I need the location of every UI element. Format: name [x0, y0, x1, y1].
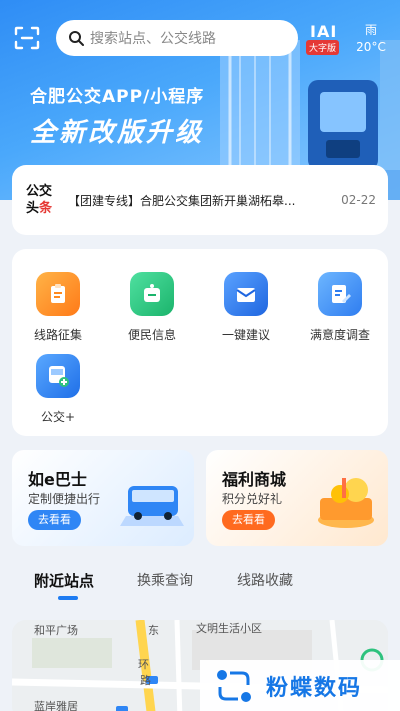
news-date: 02-22	[341, 193, 376, 207]
watermark-text: 粉蝶数码	[266, 675, 363, 701]
map-label: 东	[148, 624, 159, 637]
map-label: 环	[138, 658, 149, 671]
weather-widget[interactable]: 雨 20°C	[348, 22, 394, 56]
map-label: 蓝岸雅居	[34, 700, 78, 711]
search-placeholder: 搜索站点、公交线路	[90, 31, 216, 47]
search-input[interactable]: 搜索站点、公交线路	[56, 20, 298, 56]
bus-plus-icon	[36, 354, 80, 398]
service-label: 公交+	[40, 410, 76, 424]
service-feedback[interactable]: 一键建议	[201, 272, 291, 343]
tab-saved-routes[interactable]: 线路收藏	[237, 570, 293, 590]
service-bus-plus[interactable]: 公交+	[13, 354, 103, 425]
logo-bottom-right: 条	[39, 201, 53, 216]
weather-temperature: 20°C	[356, 40, 386, 54]
large-font-label: 大字版	[306, 40, 340, 55]
promo-go-button[interactable]: 去看看	[28, 510, 81, 530]
promo-e-bus[interactable]: 如e巴士 定制便捷出行 去看看	[12, 450, 194, 546]
tab-transfer-query[interactable]: 换乘查询	[137, 570, 193, 590]
watermark: 粉蝶数码	[200, 660, 400, 711]
survey-edit-icon	[318, 272, 362, 316]
promo-subtitle: 积分兑好礼	[222, 492, 283, 506]
service-public-info[interactable]: 便民信息	[107, 272, 197, 343]
map-label: 文明生活小区	[196, 622, 262, 635]
news-headline[interactable]: 【团建专线】合肥公交集团新开巢湖柘皋...	[68, 192, 331, 209]
map-label: 和平广场	[34, 624, 78, 637]
bus-icon	[120, 486, 184, 526]
promo-title: 福利商城	[222, 470, 287, 489]
clipboard-icon	[36, 272, 80, 316]
service-label: 线路征集	[33, 328, 82, 342]
large-font-icon: IAI	[310, 22, 338, 41]
promo-title: 如e巴士	[28, 470, 87, 489]
service-route-collection[interactable]: 线路征集	[13, 272, 103, 343]
banner-subtitle: 合肥公交APP/小程序	[30, 87, 205, 107]
station-tabs: 附近站点 换乘查询 线路收藏	[0, 566, 400, 606]
service-label: 满意度调查	[309, 328, 370, 342]
watermark-logo-icon	[217, 669, 251, 702]
gift-coins-icon	[318, 478, 374, 528]
search-icon	[69, 31, 84, 46]
bus-headlines-logo: 公交 头条	[26, 183, 56, 217]
large-font-toggle[interactable]: IAI 大字版	[306, 22, 340, 56]
tab-nearby-stations[interactable]: 附近站点	[34, 570, 94, 591]
promo-welfare-mall[interactable]: 福利商城 积分兑好礼 去看看	[206, 450, 388, 546]
info-card-icon	[130, 272, 174, 316]
service-label: 一键建议	[221, 328, 270, 342]
envelope-icon	[224, 272, 268, 316]
map-label: 路	[140, 674, 151, 687]
service-survey[interactable]: 满意度调查	[295, 272, 385, 343]
active-tab-indicator	[58, 596, 78, 600]
scan-icon[interactable]	[14, 26, 40, 50]
logo-bottom-left: 头	[26, 201, 40, 216]
logo-top: 公交	[26, 184, 53, 199]
promo-go-button[interactable]: 去看看	[222, 510, 275, 530]
banner-title: 全新改版升级	[30, 118, 205, 148]
weather-condition: 雨	[364, 23, 377, 37]
promo-subtitle: 定制便捷出行	[28, 492, 101, 506]
services-grid: 线路征集 便民信息 一键建议 满意度调查 公交+	[12, 249, 388, 436]
news-ticker[interactable]: 公交 头条 【团建专线】合肥公交集团新开巢湖柘皋... 02-22	[12, 165, 388, 235]
service-label: 便民信息	[127, 328, 176, 342]
